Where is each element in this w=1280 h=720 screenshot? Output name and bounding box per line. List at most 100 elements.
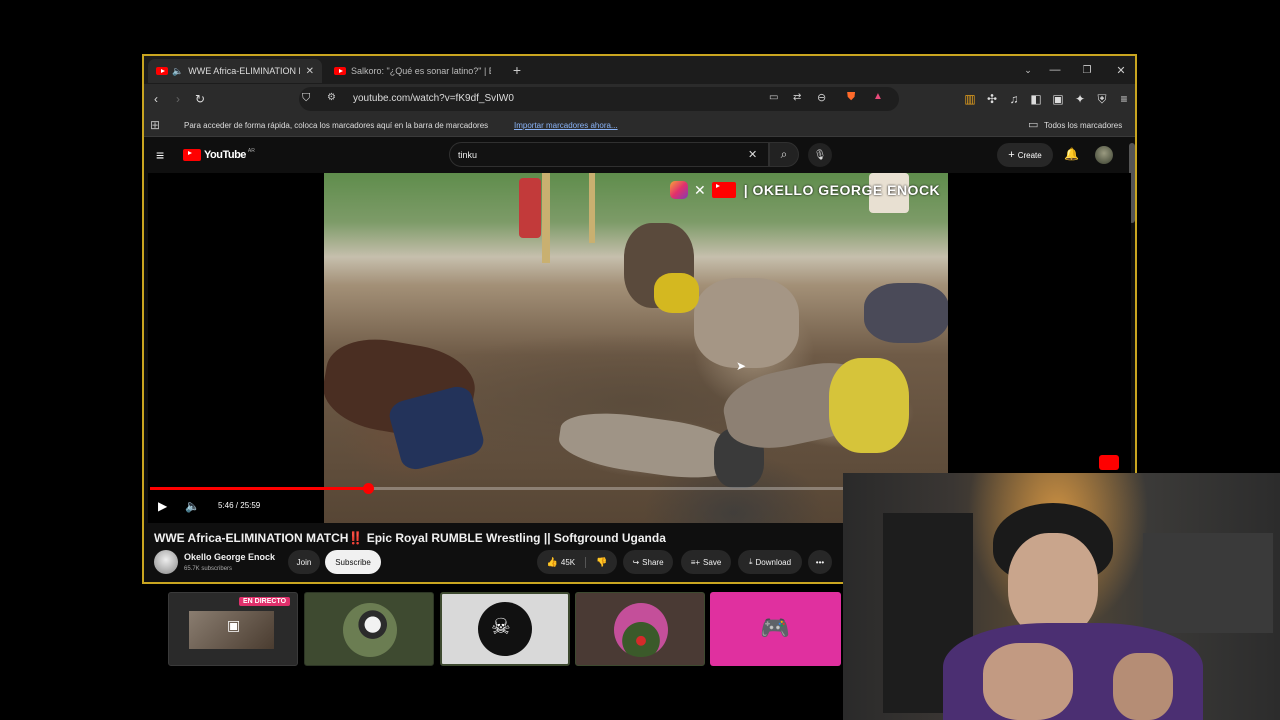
leo-ai-icon[interactable]: ✦ (1072, 91, 1088, 107)
search-value: tinku (458, 150, 478, 160)
join-button[interactable]: Join (288, 550, 320, 574)
thumbs-down-icon[interactable]: 👎 (585, 556, 607, 568)
restore-button[interactable]: ❐ (1076, 60, 1098, 80)
discord-tile[interactable]: 🎮 (710, 592, 841, 666)
wrestler-standing-shorts (654, 273, 699, 313)
browser-toolbar: ‹ › ↻ ⛉ ⚙ youtube.com/watch?v=fK9df_SvIW… (144, 84, 1135, 114)
menu-icon[interactable]: ≡ (1116, 91, 1132, 107)
download-icon: ⤓ (748, 557, 753, 566)
create-button[interactable]: + Create (997, 143, 1053, 167)
channel-avatar[interactable] (154, 550, 178, 574)
avatar[interactable] (1095, 146, 1113, 164)
more-actions-button[interactable]: ••• (808, 550, 832, 574)
music-icon[interactable]: ♫ (1006, 91, 1022, 107)
bookmark-icon[interactable]: ⛉ (302, 92, 310, 105)
video-title: WWE Africa-ELIMINATION MATCH‼️ Epic Roya… (154, 531, 666, 545)
person-hand (983, 643, 1073, 720)
video-frame[interactable]: ✕ | OKELLO GEORGE ENOCK ➤ (324, 173, 948, 523)
live-preview-tile[interactable]: ▣ EN DIRECTO (168, 592, 298, 666)
video-player[interactable]: ✕ | OKELLO GEORGE ENOCK ➤ ▶ 🔈 5:46 / 25:… (148, 173, 1131, 523)
save-playlist-icon: ≡+ (690, 557, 701, 567)
wallet-bars-icon[interactable]: ▥ (962, 91, 978, 107)
notifications-bell-icon[interactable]: 🔔 (1064, 147, 1079, 161)
bookmarks-bar: ⊞ Para acceder de forma rápida, coloca l… (144, 114, 1135, 137)
search-input[interactable]: tinku ✕ (449, 142, 769, 167)
close-tab-icon[interactable]: ✕ (306, 66, 314, 77)
like-count[interactable]: 45K (561, 558, 575, 567)
webcam-feed (843, 473, 1280, 720)
translate-icon[interactable]: ⇄ (793, 92, 801, 103)
tab-youtube-video[interactable]: 🔈 WWE Africa-ELIMINATION M... ✕ (148, 59, 322, 83)
brave-rewards-icon[interactable]: ▲ (873, 91, 883, 102)
sidebar-icon[interactable]: ◧ (1028, 91, 1044, 107)
youtube-favicon-icon (156, 67, 168, 75)
wrestler-yellow-shorts (829, 358, 909, 453)
download-button[interactable]: ⤓ Download (738, 550, 802, 574)
participant-avatar (614, 603, 668, 657)
thumbs-up-icon[interactable]: 👍 (547, 557, 558, 568)
apps-grid-icon[interactable]: ⊞ (150, 118, 160, 132)
youtube-logo[interactable]: YouTube AR (183, 148, 255, 161)
import-bookmarks-link[interactable]: Importar marcadores ahora... (514, 121, 618, 130)
progress-fill (150, 487, 368, 490)
search-button[interactable]: ⌕ (769, 142, 799, 167)
like-dislike-group: 👍 45K 👎 (537, 550, 617, 574)
volume-icon[interactable]: 🔈 (185, 499, 200, 513)
folder-icon: ▭ (1028, 119, 1039, 131)
back-icon[interactable]: ‹ (148, 91, 164, 107)
share-button[interactable]: ↪ Share (623, 550, 673, 574)
site-info-icon[interactable]: ⚙ (327, 92, 336, 103)
bookmarks-hint: Para acceder de forma rápida, coloca los… (184, 121, 489, 130)
wallet-icon[interactable]: ▣ (1050, 91, 1066, 107)
participant-tile-2[interactable]: ☠ (440, 592, 570, 666)
instagram-icon (670, 181, 688, 199)
youtube-corner-logo-icon (1099, 455, 1119, 470)
progress-scrubber[interactable] (362, 483, 374, 494)
reload-icon[interactable]: ↻ (192, 91, 208, 107)
subscribe-button[interactable]: Subscribe (325, 550, 381, 574)
tab-salkoro[interactable]: Salkoro: "¿Qué es sonar latino?" | Ent (326, 59, 504, 83)
minimize-button[interactable]: — (1044, 60, 1066, 80)
youtube-icon (711, 182, 736, 198)
participant-tile-1[interactable] (304, 592, 434, 666)
forward-icon[interactable]: › (170, 91, 186, 107)
discord-logo-icon: 🎮 (760, 615, 790, 642)
youtube-logo-text: YouTube (204, 149, 246, 161)
url-text: youtube.com/watch?v=fK9df_SvIW0 (353, 93, 514, 104)
cast-icon[interactable]: ▭ (769, 92, 778, 103)
close-window-button[interactable]: ✕ (1110, 60, 1132, 80)
brave-shield-icon[interactable]: ⛊ (847, 91, 855, 104)
live-badge: EN DIRECTO (239, 597, 291, 606)
time-display: 5:46 / 25:59 (218, 501, 261, 510)
tab-title: WWE Africa-ELIMINATION M... (188, 66, 299, 76)
all-bookmarks-link[interactable]: Todos los marcadores (1044, 121, 1122, 130)
participant-tile-3[interactable] (575, 592, 705, 666)
ring-post (542, 173, 550, 263)
more-dots-icon: ••• (815, 557, 825, 567)
extensions-icon[interactable]: ✣ (984, 91, 1000, 107)
participant-avatar (343, 603, 397, 657)
vpn-icon[interactable]: ⛨ (1094, 91, 1110, 107)
address-bar[interactable]: ⛉ ⚙ youtube.com/watch?v=fK9df_SvIW0 ▭ ⇄ … (299, 87, 899, 111)
voice-search-icon[interactable]: 🎙 (808, 143, 832, 167)
new-tab-button[interactable]: + (506, 60, 528, 80)
ring-post (589, 173, 595, 243)
tab-search-chevron-icon[interactable]: ⌄ (1017, 60, 1039, 80)
save-button[interactable]: ≡+ Save (681, 550, 731, 574)
youtube-favicon-icon (334, 67, 346, 75)
zoom-icon[interactable]: ⊖ (817, 91, 826, 104)
hamburger-menu-icon[interactable]: ≡ (156, 147, 164, 163)
skull-mask-icon: ☠ (491, 614, 511, 639)
mouse-cursor-icon: ➤ (736, 359, 747, 373)
spectator (519, 178, 541, 238)
speaker-icon: 🔈 (172, 65, 184, 76)
channel-name[interactable]: Okello George Enock (184, 552, 275, 562)
clear-search-icon[interactable]: ✕ (748, 148, 757, 161)
play-icon[interactable]: ▶ (158, 499, 167, 513)
youtube-logo-icon (183, 149, 201, 161)
region-code: AR (247, 148, 255, 154)
wall-shelf (1143, 533, 1273, 633)
wrestler-center (694, 278, 799, 368)
subscriber-count: 65.7K subscribers (184, 566, 233, 572)
screen-share-icon: ▣ (227, 617, 241, 633)
